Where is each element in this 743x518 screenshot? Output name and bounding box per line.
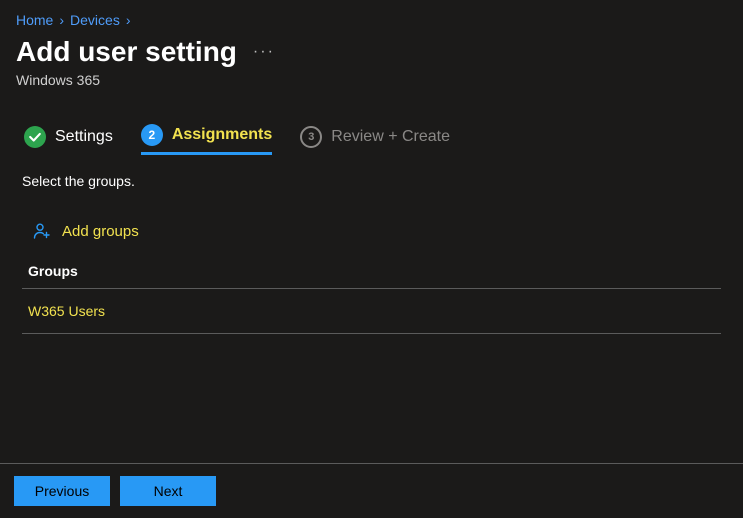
tab-label: Review + Create [331,128,450,146]
more-icon[interactable]: ··· [253,43,275,61]
chevron-right-icon: › [126,12,131,28]
check-icon [24,126,46,148]
groups-table-header: Groups [22,263,721,289]
step-number-icon: 3 [300,126,322,148]
wizard-tabs: Settings 2 Assignments 3 Review + Create [0,124,743,167]
tab-label: Settings [55,128,113,146]
breadcrumb-devices[interactable]: Devices [70,12,120,28]
step-number-icon: 2 [141,124,163,146]
add-groups-label: Add groups [62,223,139,240]
page-title: Add user setting [16,36,237,68]
tab-review-create[interactable]: 3 Review + Create [300,126,450,154]
tab-label: Assignments [172,126,272,144]
table-row[interactable]: W365 Users [22,289,721,334]
next-button[interactable]: Next [120,476,216,506]
add-people-icon [32,221,52,241]
chevron-right-icon: › [59,12,64,28]
footer: Previous Next [0,463,743,518]
tab-settings[interactable]: Settings [24,126,113,154]
page-subtitle: Windows 365 [0,72,743,124]
tab-assignments[interactable]: 2 Assignments [141,124,272,155]
header: Add user setting ··· [0,36,743,72]
content-area: Select the groups. Add groups Groups W36… [0,167,743,334]
breadcrumb: Home › Devices › [0,0,743,36]
add-groups-button[interactable]: Add groups [32,221,139,241]
breadcrumb-home[interactable]: Home [16,12,53,28]
previous-button[interactable]: Previous [14,476,110,506]
instruction-text: Select the groups. [22,173,721,189]
